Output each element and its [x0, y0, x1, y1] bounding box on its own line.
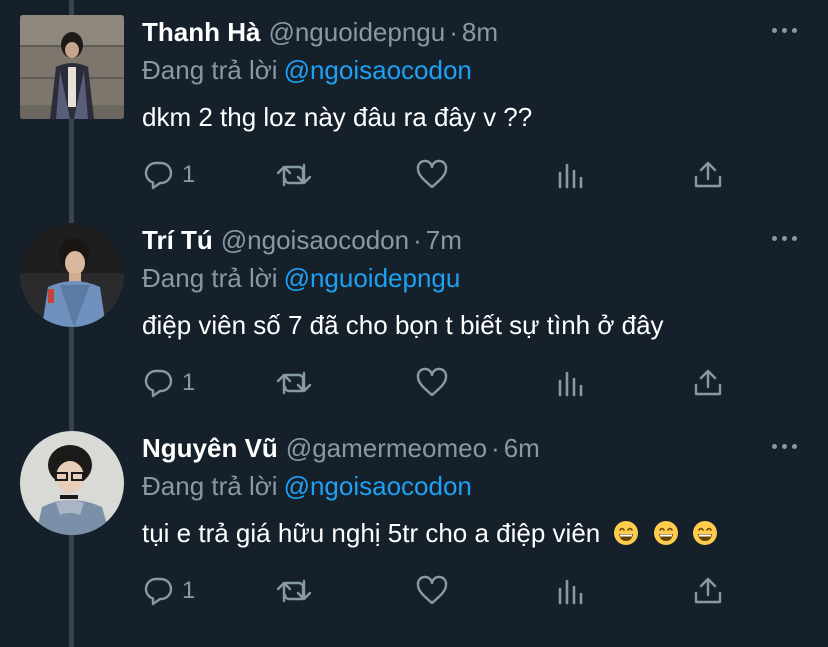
timestamp[interactable]: 6m [504, 433, 540, 463]
like-icon [416, 159, 448, 189]
reply-icon [144, 369, 173, 398]
like-button[interactable] [416, 366, 448, 400]
analytics-button[interactable] [556, 158, 586, 192]
separator-dot: · [449, 17, 458, 47]
tweet-header: Nguyên Vũ @gamermeomeo · 6m [142, 433, 540, 467]
like-button[interactable] [416, 574, 448, 608]
grinning-emoji [653, 520, 679, 546]
action-bar: 1 [142, 574, 742, 608]
tweet[interactable]: Nguyên Vũ @gamermeomeo · 6m Đang trả lời @ng… [0, 416, 828, 628]
reply-count: 1 [182, 369, 196, 396]
reply-prefix: Đang trả lời [142, 55, 278, 85]
more-icon[interactable] [772, 26, 798, 36]
separator-dot: · [491, 433, 500, 463]
more-icon[interactable] [772, 442, 798, 452]
user-handle[interactable]: @gamermeomeo [286, 433, 487, 463]
display-name[interactable]: Thanh Hà [142, 17, 260, 47]
reply-prefix: Đang trả lời [142, 471, 278, 501]
share-icon [694, 369, 722, 396]
grinning-emoji [613, 520, 639, 546]
tweet-text: điệp viên số 7 đã cho bọn t biết sự tình… [142, 310, 664, 340]
analytics-button[interactable] [556, 366, 586, 400]
retweet-icon [276, 579, 312, 603]
reply-context: Đang trả lời @ngoisaocodon [142, 55, 472, 86]
like-button[interactable] [416, 158, 448, 192]
separator-dot: · [413, 225, 422, 255]
tweet-text: dkm 2 thg loz này đâu ra đây v ?? [142, 102, 533, 132]
reply-count: 1 [182, 577, 196, 604]
grinning-emoji [692, 520, 718, 546]
reply-mention[interactable]: @ngoisaocodon [284, 55, 472, 85]
action-bar: 1 [142, 158, 742, 192]
reply-mention[interactable]: @ngoisaocodon [284, 471, 472, 501]
analytics-icon [558, 579, 583, 605]
retweet-icon [276, 371, 312, 395]
reply-prefix: Đang trả lời [142, 263, 278, 293]
more-icon[interactable] [772, 234, 798, 244]
tweet-header: Thanh Hà @nguoidepngu · 8m [142, 17, 498, 51]
tweet-text-container: tụi e trả giá hữu nghị 5tr cho a điệp vi… [142, 518, 718, 549]
retweet-button[interactable] [276, 366, 312, 400]
share-icon [694, 577, 722, 604]
reply-button[interactable]: 1 [142, 158, 195, 192]
action-bar: 1 [142, 366, 742, 400]
share-icon [694, 161, 722, 188]
timestamp[interactable]: 8m [462, 17, 498, 47]
reply-context: Đang trả lời @ngoisaocodon [142, 471, 472, 502]
retweet-button[interactable] [276, 158, 312, 192]
reply-button[interactable]: 1 [142, 574, 195, 608]
tweet-header: Trí Tú @ngoisaocodon · 7m [142, 225, 462, 259]
tweet-text: tụi e trả giá hữu nghị 5tr cho a điệp vi… [142, 518, 601, 548]
avatar[interactable] [20, 431, 124, 535]
retweet-button[interactable] [276, 574, 312, 608]
tweet[interactable]: Thanh Hà @nguoidepngu · 8m Đang trả lời @ngo… [0, 0, 828, 212]
share-button[interactable] [692, 158, 724, 192]
like-icon [416, 367, 448, 397]
user-handle[interactable]: @nguoidepngu [268, 17, 445, 47]
share-button[interactable] [692, 574, 724, 608]
display-name[interactable]: Nguyên Vũ [142, 433, 278, 463]
display-name[interactable]: Trí Tú [142, 225, 213, 255]
reply-mention[interactable]: @nguoidepngu [284, 263, 461, 293]
reply-count: 1 [182, 161, 196, 188]
reply-context: Đang trả lời @nguoidepngu [142, 263, 460, 294]
timestamp[interactable]: 7m [426, 225, 462, 255]
analytics-button[interactable] [556, 574, 586, 608]
tweet[interactable]: Trí Tú @ngoisaocodon · 7m Đang trả lời @nguo… [0, 208, 828, 420]
like-icon [416, 575, 448, 605]
reply-icon [144, 161, 173, 190]
analytics-icon [558, 371, 583, 397]
reply-button[interactable]: 1 [142, 366, 195, 400]
analytics-icon [558, 163, 583, 189]
user-handle[interactable]: @ngoisaocodon [221, 225, 409, 255]
share-button[interactable] [692, 366, 724, 400]
retweet-icon [276, 163, 312, 187]
avatar[interactable] [20, 15, 124, 119]
reply-icon [144, 577, 173, 606]
avatar[interactable] [20, 223, 124, 327]
